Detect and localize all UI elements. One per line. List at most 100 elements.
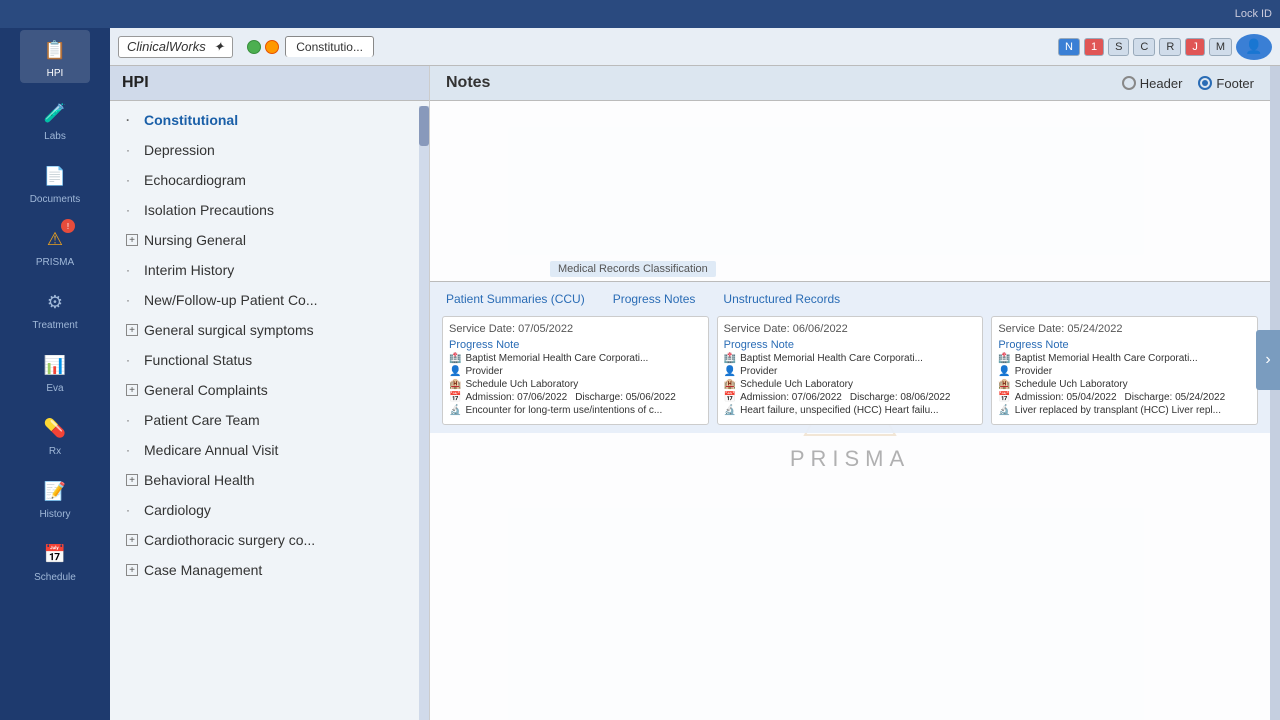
sidebar-item-history[interactable]: 📝 History: [20, 471, 90, 524]
toolbar-tab-constitution[interactable]: Constitutio...: [285, 36, 374, 57]
hpi-item-case-management[interactable]: +Case Management: [110, 555, 429, 585]
record-service-date-0: Service Date: 07/05/2022: [449, 323, 702, 335]
top-bar-text: Lock ID: [1235, 8, 1272, 20]
toolbar-btn-s[interactable]: S: [1108, 38, 1129, 56]
sidebar-item-rx[interactable]: 💊 Rx: [20, 408, 90, 461]
hpi-item-echocardiogram[interactable]: ·Echocardiogram: [110, 165, 429, 195]
hpi-item-label-cardiology: Cardiology: [144, 502, 211, 518]
hpi-list: ·Constitutional·Depression·Echocardiogra…: [110, 101, 429, 720]
hpi-item-nursing[interactable]: +Nursing General: [110, 225, 429, 255]
hpi-item-isolation[interactable]: ·Isolation Precautions: [110, 195, 429, 225]
provider-icon-2: 👤: [998, 366, 1010, 377]
app-logo: ClinicalWorks ✦: [118, 36, 233, 58]
sidebar-item-prisma-label: PRISMA: [36, 257, 74, 268]
record-org-0: Baptist Memorial Health Care Corporati..…: [465, 353, 648, 364]
hpi-item-functional[interactable]: · Functional Status: [110, 345, 429, 375]
record-service-date-2: Service Date: 05/24/2022: [998, 323, 1251, 335]
notes-header: Notes Header Footer: [430, 66, 1270, 101]
hpi-item-label-functional: Functional Status: [144, 352, 252, 368]
toolbar-btn-m[interactable]: M: [1209, 38, 1232, 56]
hpi-item-label-depression: Depression: [144, 142, 215, 158]
record-card-1[interactable]: Service Date: 06/06/2022 Progress Note 🏥…: [717, 316, 984, 425]
record-discharge-0: Discharge: 05/06/2022: [575, 392, 676, 403]
hpi-icon: 📋: [39, 34, 71, 66]
sidebar-item-schedule-label: Schedule: [34, 572, 76, 583]
toolbar-btn-c[interactable]: C: [1133, 38, 1155, 56]
org-icon-1: 🏥: [724, 353, 736, 364]
sidebar-item-eva[interactable]: 📊 Eva: [20, 345, 90, 398]
hpi-item-cardiothoracic[interactable]: +Cardiothoracic surgery co...: [110, 525, 429, 555]
record-provider-row-0: 👤Provider: [449, 366, 702, 377]
sidebar-item-hpi-label: HPI: [47, 68, 64, 79]
records-tab-progress[interactable]: Progress Notes: [609, 290, 700, 308]
nav-next-arrow[interactable]: ›: [1256, 330, 1280, 390]
sidebar-item-eva-label: Eva: [46, 383, 63, 394]
record-type-1: Progress Note: [724, 339, 977, 351]
hpi-item-general-surgical[interactable]: +General surgical symptoms: [110, 315, 429, 345]
record-discharge-1: Discharge: 08/06/2022: [850, 392, 951, 403]
sidebar-item-treatment[interactable]: ⚙ Treatment: [20, 282, 90, 335]
hpi-item-depression[interactable]: ·Depression: [110, 135, 429, 165]
sidebar-item-hpi[interactable]: 📋 HPI: [20, 30, 90, 83]
bullet-icon-cardiology: ·: [126, 503, 138, 517]
toolbar-btn-r[interactable]: R: [1159, 38, 1181, 56]
record-facility-row-2: 🏨Schedule Uch Laboratory: [998, 379, 1251, 390]
hpi-item-label-behavioral: Behavioral Health: [144, 472, 255, 488]
hpi-item-constitutional[interactable]: ·Constitutional: [110, 105, 429, 135]
hpi-panel: HPI ·Constitutional·Depression·Echocardi…: [110, 66, 430, 720]
treatment-icon: ⚙: [39, 286, 71, 318]
status-dot-green: [247, 40, 261, 54]
hpi-item-cardiology[interactable]: · Cardiology: [110, 495, 429, 525]
records-tab-summaries[interactable]: Patient Summaries (CCU): [442, 290, 589, 308]
record-facility-row-1: 🏨Schedule Uch Laboratory: [724, 379, 977, 390]
header-radio-label: Header: [1140, 76, 1183, 91]
expand-icon-general-complaints: +: [126, 384, 138, 396]
records-tab-unstructured[interactable]: Unstructured Records: [719, 290, 844, 308]
header-radio-item[interactable]: Header: [1122, 76, 1183, 91]
diagnosis-icon-1: 🔬: [724, 405, 736, 416]
sidebar-item-prisma[interactable]: ⚠ ! PRISMA: [20, 219, 90, 272]
hpi-item-label-general-surgical: General surgical symptoms: [144, 322, 314, 338]
sidebar-item-documents[interactable]: 📄 Documents: [20, 156, 90, 209]
footer-radio-item[interactable]: Footer: [1198, 76, 1254, 91]
hpi-item-label-interim: Interim History: [144, 262, 234, 278]
toolbar-btn-j[interactable]: J: [1185, 38, 1205, 56]
provider-icon-0: 👤: [449, 366, 461, 377]
records-overlay: Patient Summaries (CCU) Progress Notes U…: [430, 281, 1270, 433]
left-sidebar: 📋 HPI 🧪 Labs 📄 Documents ⚠ ! PRISMA ⚙ Tr…: [0, 0, 110, 720]
record-provider-row-1: 👤Provider: [724, 366, 977, 377]
hpi-item-behavioral[interactable]: + Behavioral Health: [110, 465, 429, 495]
hpi-header: HPI: [110, 66, 429, 101]
rx-icon: 💊: [39, 412, 71, 444]
record-card-2[interactable]: Service Date: 05/24/2022 Progress Note 🏥…: [991, 316, 1258, 425]
record-org-1: Baptist Memorial Health Care Corporati..…: [740, 353, 923, 364]
hpi-item-medicare[interactable]: ·Medicare Annual Visit: [110, 435, 429, 465]
hpi-item-label-nursing: Nursing General: [144, 232, 246, 248]
hpi-item-new-followup[interactable]: ·New/Follow-up Patient Co...: [110, 285, 429, 315]
hpi-item-interim[interactable]: · Interim History: [110, 255, 429, 285]
hpi-item-patient-care[interactable]: ·Patient Care Team: [110, 405, 429, 435]
provider-icon-1: 👤: [724, 366, 736, 377]
status-dot-orange: [265, 40, 279, 54]
record-dates-row-0: 📅 Admission: 07/06/2022 Discharge: 05/06…: [449, 392, 702, 403]
bullet-icon-functional: ·: [126, 353, 138, 367]
hpi-scrolltrack[interactable]: [419, 106, 429, 720]
hpi-item-label-isolation: Isolation Precautions: [144, 202, 274, 218]
hpi-item-label-general-complaints: General Complaints: [144, 382, 268, 398]
bullet-icon-interim: ·: [126, 263, 138, 277]
toolbar-btn-1[interactable]: 1: [1084, 38, 1104, 56]
expand-icon-behavioral: +: [126, 474, 138, 486]
sidebar-item-schedule[interactable]: 📅 Schedule: [20, 534, 90, 587]
records-tabs: Patient Summaries (CCU) Progress Notes U…: [442, 290, 1258, 308]
sidebar-item-treatment-label: Treatment: [32, 320, 77, 331]
notes-title: Notes: [446, 74, 490, 92]
user-avatar[interactable]: 👤: [1236, 34, 1272, 60]
record-card-0[interactable]: Service Date: 07/05/2022 Progress Note 🏥…: [442, 316, 709, 425]
sidebar-item-labs[interactable]: 🧪 Labs: [20, 93, 90, 146]
hpi-title: HPI: [122, 74, 149, 92]
hpi-item-general-complaints[interactable]: + General Complaints: [110, 375, 429, 405]
diagnosis-icon-0: 🔬: [449, 405, 461, 416]
sidebar-item-history-label: History: [39, 509, 70, 520]
toolbar-btn-n[interactable]: N: [1058, 38, 1080, 56]
record-discharge-2: Discharge: 05/24/2022: [1125, 392, 1226, 403]
